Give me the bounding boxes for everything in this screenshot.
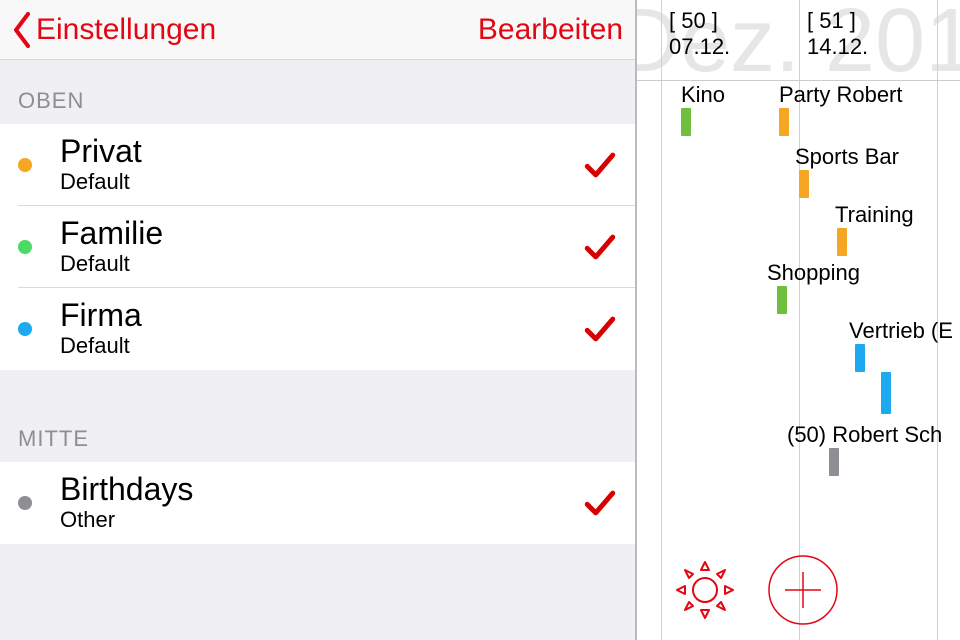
week-number: [ 50 ] xyxy=(669,8,730,34)
row-subtitle: Default xyxy=(60,251,583,277)
event-bar[interactable] xyxy=(799,170,809,198)
event-bar[interactable] xyxy=(777,286,787,314)
calendar-list-top: Privat Default Familie Default Firma Def… xyxy=(0,124,635,370)
week-date: 07.12. xyxy=(669,34,730,60)
event-bar[interactable] xyxy=(837,228,847,256)
event-bar[interactable] xyxy=(829,448,839,476)
event-bar[interactable] xyxy=(881,372,891,414)
row-subtitle: Default xyxy=(60,333,583,359)
back-button[interactable]: Einstellungen xyxy=(12,12,216,48)
color-dot xyxy=(18,240,32,254)
list-item[interactable]: Familie Default xyxy=(0,206,635,288)
event-label[interactable]: Shopping xyxy=(767,260,860,286)
row-text: Familie Default xyxy=(60,217,583,277)
list-item[interactable]: Firma Default xyxy=(0,288,635,370)
timeline-panel: Dez. 2015 [ 50 ] 07.12. [ 51 ] 14.12. Ki… xyxy=(635,0,960,640)
timeline-area[interactable]: Kino Party Robert Sports Bar Training Sh… xyxy=(637,80,960,550)
color-dot xyxy=(18,322,32,336)
week-header: [ 50 ] 07.12. xyxy=(669,8,730,61)
event-label[interactable]: Vertrieb (E xyxy=(849,318,953,344)
chevron-left-icon xyxy=(12,12,32,48)
row-text: Birthdays Other xyxy=(60,473,583,533)
event-label[interactable]: Kino xyxy=(681,82,725,108)
event-bar[interactable] xyxy=(855,344,865,372)
row-text: Privat Default xyxy=(60,135,583,195)
settings-panel: Einstellungen Bearbeiten OBEN Privat Def… xyxy=(0,0,635,640)
timeline-actions xyxy=(669,554,839,626)
row-title: Birthdays xyxy=(60,473,583,507)
section-header-top: OBEN xyxy=(0,60,635,124)
calendar-list-mid: Birthdays Other xyxy=(0,462,635,544)
row-text: Firma Default xyxy=(60,299,583,359)
checkmark-icon xyxy=(583,312,617,346)
checkmark-icon xyxy=(583,148,617,182)
week-number: [ 51 ] xyxy=(807,8,868,34)
timeline-divider xyxy=(637,80,960,81)
edit-label: Bearbeiten xyxy=(478,13,623,46)
event-bar[interactable] xyxy=(779,108,789,136)
row-title: Privat xyxy=(60,135,583,169)
nav-bar: Einstellungen Bearbeiten xyxy=(0,0,635,60)
color-dot xyxy=(18,496,32,510)
event-label[interactable]: (50) Robert Sch xyxy=(787,422,942,448)
row-subtitle: Other xyxy=(60,507,583,533)
checkmark-icon xyxy=(583,486,617,520)
row-title: Firma xyxy=(60,299,583,333)
back-label: Einstellungen xyxy=(36,13,216,47)
list-item[interactable]: Birthdays Other xyxy=(0,462,635,544)
section-header-mid: MITTE xyxy=(0,370,635,462)
row-subtitle: Default xyxy=(60,169,583,195)
gear-icon xyxy=(669,554,741,626)
week-date: 14.12. xyxy=(807,34,868,60)
event-label[interactable]: Training xyxy=(835,202,914,228)
list-item[interactable]: Privat Default xyxy=(0,124,635,206)
add-event-button[interactable] xyxy=(767,554,839,626)
settings-button[interactable] xyxy=(669,554,741,626)
event-bar[interactable] xyxy=(681,108,691,136)
event-label[interactable]: Sports Bar xyxy=(795,144,899,170)
row-title: Familie xyxy=(60,217,583,251)
week-header: [ 51 ] 14.12. xyxy=(807,8,868,61)
edit-button[interactable]: Bearbeiten xyxy=(478,13,623,47)
plus-icon xyxy=(767,554,839,626)
checkmark-icon xyxy=(583,230,617,264)
color-dot xyxy=(18,158,32,172)
event-label[interactable]: Party Robert xyxy=(779,82,903,108)
